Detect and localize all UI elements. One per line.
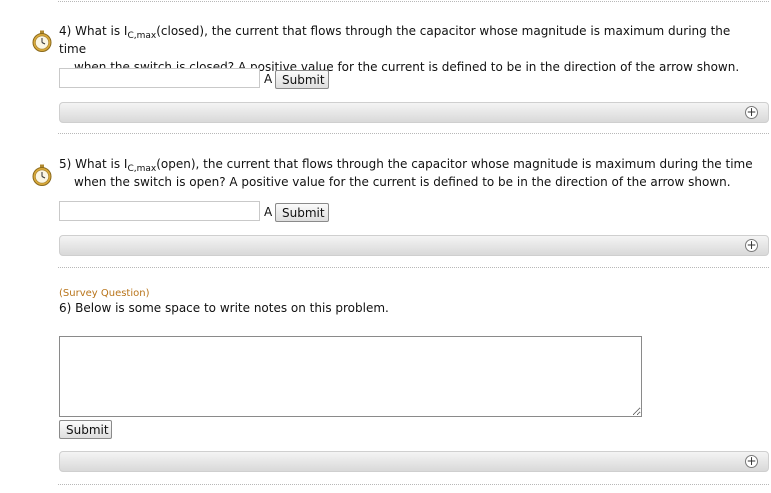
- question-number: 5): [59, 157, 72, 171]
- unit-label: A: [264, 72, 273, 86]
- question-number: 4): [59, 24, 72, 38]
- question-prompt: Below is some space to write notes on th…: [75, 301, 389, 315]
- divider: [58, 484, 769, 485]
- question-5-text: 5) What is IC,max(open), the current tha…: [59, 155, 759, 191]
- plus-icon[interactable]: +: [745, 455, 758, 468]
- stopwatch-icon: [32, 30, 52, 52]
- question-suffix: (closed), the current that flows through…: [59, 24, 731, 56]
- question-prefix: What is I: [75, 24, 128, 38]
- plus-icon[interactable]: +: [745, 239, 758, 252]
- notes-textarea[interactable]: [59, 336, 642, 417]
- question-number: 6): [59, 301, 72, 315]
- plus-icon[interactable]: +: [745, 106, 758, 119]
- submit-button-4[interactable]: Submit: [275, 70, 329, 89]
- answer-input-4[interactable]: [59, 68, 260, 88]
- divider: [58, 267, 769, 268]
- question-prefix: What is I: [75, 157, 128, 171]
- expand-bar-4[interactable]: +: [59, 102, 769, 123]
- submit-button-5[interactable]: Submit: [275, 203, 329, 222]
- survey-label: (Survey Question): [59, 288, 150, 299]
- question-subscript: C,max: [127, 31, 157, 41]
- unit-label: A: [264, 205, 273, 219]
- divider: [58, 133, 769, 134]
- question-6-text: 6) Below is some space to write notes on…: [59, 299, 759, 317]
- divider: [58, 1, 769, 2]
- question-line2: when the switch is open? A positive valu…: [74, 175, 731, 189]
- expand-bar-5[interactable]: +: [59, 235, 769, 256]
- expand-bar-6[interactable]: +: [59, 451, 769, 472]
- submit-button-6[interactable]: Submit: [59, 420, 112, 439]
- stopwatch-icon: [32, 164, 52, 186]
- answer-input-5[interactable]: [59, 201, 260, 221]
- question-suffix: (open), the current that flows through t…: [156, 157, 753, 171]
